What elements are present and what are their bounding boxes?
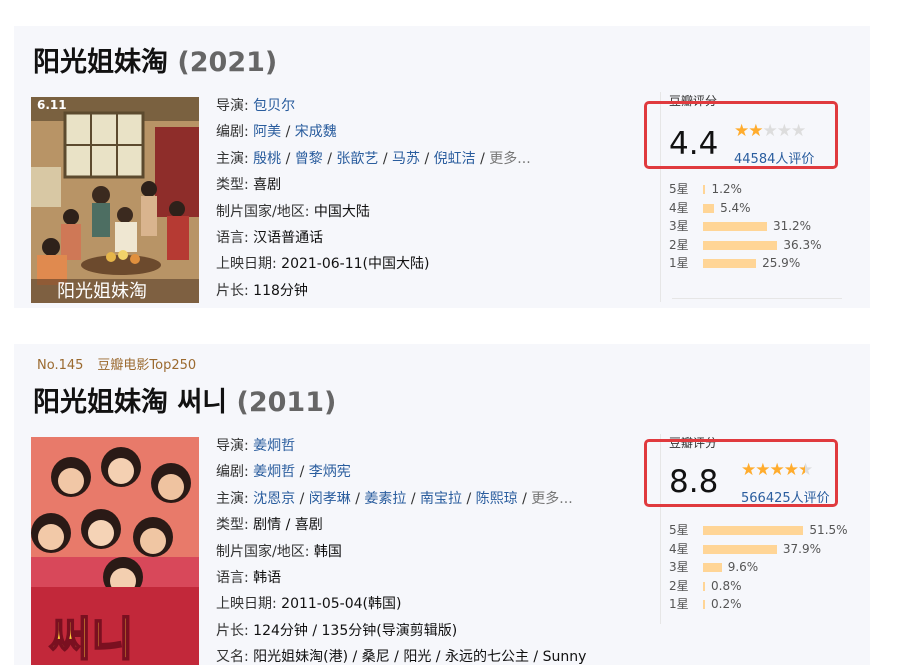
writer-link[interactable]: 阿美 [253,124,281,140]
director-link[interactable]: 包贝尔 [253,98,295,114]
rating-bar-percent: 25.9% [762,256,801,270]
info-release: 上映日期: 2011-05-04(韩国) [216,596,402,613]
rating-bar-label: 4星 [669,541,689,556]
info-country: 制片国家/地区: 中国大陆 [216,203,370,220]
divider [672,298,842,299]
movie-info: 导演: 包贝尔 编剧: 阿美 / 宋成魏 主演: 殷桃 / 曾黎 / 张歆艺 /… [216,93,531,304]
cast-link[interactable]: 曾黎 [295,151,323,167]
rating-bar-label: 2星 [669,578,689,593]
rating-bar-percent: 37.9% [782,541,822,556]
info-language: 语言: 韩语 [216,570,282,587]
rating-bar-label: 4星 [669,200,689,215]
writer-link[interactable]: 宋成魏 [295,124,337,140]
movie-poster[interactable]: 써니 [31,437,199,665]
director-link[interactable]: 姜炯哲 [253,438,295,454]
poster-date: 6.11 [37,98,67,112]
rating-bar-row: 4星 37.9% [669,540,821,558]
rating-count-link[interactable]: 566425人评价 [741,487,830,506]
rating-bar [703,581,705,591]
rating-bar [703,185,706,194]
rating-bar-label: 3星 [669,219,689,233]
info-writers: 编剧: 阿美 / 宋成魏 [216,124,337,141]
movie-card-2021: 阳光姐妹淘 (2021) 6.11 阳光姐妹淘 导演: 包贝尔 编剧: 阿美 / [14,26,870,308]
movie-card-2011: No.145 豆瓣电影Top250 阳光姐妹淘 써니 (2011) 써니 导演: … [14,344,870,665]
rating-bar-percent: 0.8% [711,578,742,593]
rating-bar-row: 5星 51.5% [669,521,848,539]
rating-bar-percent: 1.2% [711,182,742,196]
movie-poster[interactable]: 6.11 阳光姐妹淘 [31,97,199,303]
rating-bar [703,203,715,213]
rating-bar-percent: 9.6% [727,560,759,574]
douban-rating-panel: 豆瓣评分 4.4 ★★★★★ 44584人评价 5星 1.2% 4星 5.4% 3星 31… [644,92,869,302]
rating-count-link[interactable]: 44584人评价 [734,148,814,167]
cast-link[interactable]: 马苏 [392,151,420,167]
writer-link[interactable]: 姜炯哲 [253,464,295,480]
rating-bar [703,222,767,231]
info-cast: 主演: 沈恩京 / 闵孝琳 / 姜素拉 / 南宝拉 / 陈熙琼 / 更多... [216,490,573,507]
rating-bar [703,544,777,554]
rating-bar-row: 2星 36.3% [669,236,822,254]
info-director: 导演: 包贝尔 [216,98,296,114]
rating-bar-row: 1星 25.9% [669,254,800,272]
rating-bar-label: 2星 [669,237,689,252]
info-genre: 类型: 剧情 / 喜剧 [216,517,323,534]
info-country: 制片国家/地区: 韩国 [216,543,342,560]
cast-more-link[interactable]: 更多... [489,151,530,167]
info-cast: 主演: 殷桃 / 曾黎 / 张歆艺 / 马苏 / 倪虹洁 / 更多... [216,150,531,167]
info-release: 上映日期: 2021-06-11(中国大陆) [216,256,430,273]
rating-bar [703,240,778,250]
movie-info: 导演: 姜炯哲 编剧: 姜炯哲 / 李炳宪 主演: 沈恩京 / 闵孝琳 / 姜素… [216,433,616,671]
rating-stars-icon: ★★★★★ [741,460,813,480]
movie-title: 阳光姐妹淘 써니 (2011) [33,387,337,418]
rating-bar-label: 1星 [669,256,689,270]
rating-bar-row: 5星 1.2% [669,180,742,198]
rating-bar-row: 1星 0.2% [669,595,742,613]
info-language: 语言: 汉语普通话 [216,230,324,247]
cast-link[interactable]: 闵孝琳 [309,491,351,507]
movie-title: 阳光姐妹淘 (2021) [33,47,278,78]
rating-bar-percent: 5.4% [720,200,751,215]
cast-link[interactable]: 陈熙琼 [476,491,518,507]
rating-bar [703,563,722,572]
writer-link[interactable]: 李炳宪 [309,464,351,480]
rating-bar-row: 3星 9.6% [669,558,758,576]
rating-bar [703,600,705,609]
poster-title: 阳光姐妹淘 [57,281,147,302]
rating-bar-label: 5星 [669,523,689,537]
cast-link[interactable]: 沈恩京 [253,491,295,507]
info-writers: 编剧: 姜炯哲 / 李炳宪 [216,464,351,481]
rating-stars-icon: ★★★★★ [734,121,806,141]
rating-bar-percent: 0.2% [711,597,742,611]
rating-score: 8.8 [669,464,719,500]
rating-bar-label: 5星 [669,182,689,196]
cast-more-link[interactable]: 更多... [531,491,572,507]
rating-bar-row: 2星 0.8% [669,577,742,595]
rating-bar-percent: 31.2% [772,219,812,233]
rating-score: 4.4 [669,126,719,162]
rating-bar-label: 1星 [669,597,689,611]
rating-bar [703,259,757,268]
cast-link[interactable]: 南宝拉 [420,491,462,507]
cast-link[interactable]: 倪虹洁 [434,151,476,167]
info-director: 导演: 姜炯哲 [216,438,296,454]
cast-link[interactable]: 殷桃 [253,151,281,167]
rating-bar [703,526,804,535]
rating-bar-percent: 51.5% [809,523,848,537]
rating-bar-label: 3星 [669,560,689,574]
cast-link[interactable]: 张歆艺 [336,151,378,167]
rating-bar-row: 4星 5.4% [669,199,751,217]
rating-bar-percent: 36.3% [783,237,822,252]
top250-rank[interactable]: No.145 豆瓣电影Top250 [37,354,196,373]
info-runtime: 片长: 118分钟 [216,282,308,299]
info-runtime: 片长: 124分钟 / 135分钟(导演剪辑版) [216,622,458,639]
cast-link[interactable]: 姜素拉 [364,491,406,507]
info-aka: 又名: 阳光姐妹淘(港) / 桑尼 / 阳光 / 永远的七公主 / Sunny [216,649,587,666]
douban-rating-panel: 豆瓣评分 8.8 ★★★★★ 566425人评价 5星 51.5% 4星 37.9% 3… [644,434,869,664]
poster-title: 써니 [49,612,134,665]
rating-bar-row: 3星 31.2% [669,217,811,235]
info-genre: 类型: 喜剧 [216,177,282,194]
